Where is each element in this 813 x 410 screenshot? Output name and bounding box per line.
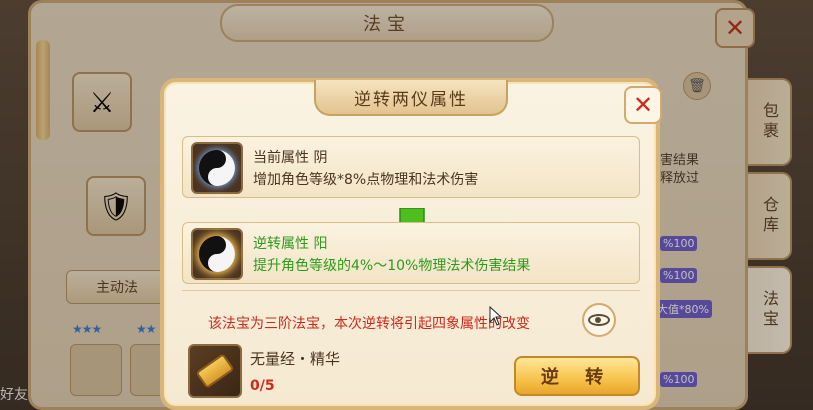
reverse-button[interactable]: 逆 转 — [514, 356, 640, 396]
dialog-close-button[interactable]: ✕ — [624, 86, 662, 124]
close-icon: ✕ — [632, 91, 654, 119]
reversed-attribute-label: 逆转属性 阳 — [253, 236, 328, 252]
yin-yang-icon — [191, 228, 243, 280]
cursor-icon — [489, 306, 503, 326]
current-attribute-label: 当前属性 阴 — [253, 150, 328, 166]
reverse-notice: 该法宝为三阶法宝，本次逆转将引起四象属性的改变 — [208, 316, 530, 332]
reversed-attribute-card: 逆转属性 阳 提升角色等级的4%～10%物理法术伤害结果 — [182, 222, 640, 284]
reverse-yinyang-dialog: 逆转两仪属性 ✕ 当前属性 阴 增加角色等级*8%点物理和法术伤害 逆转属性 阳… — [160, 78, 662, 410]
divider — [182, 290, 640, 291]
scroll-icon[interactable] — [188, 344, 242, 398]
current-attribute-effect: 增加角色等级*8%点物理和法术伤害 — [253, 172, 479, 188]
preview-button[interactable] — [582, 303, 616, 337]
dialog-title: 逆转两仪属性 — [314, 80, 508, 116]
eye-icon — [588, 314, 610, 326]
yin-yang-icon — [191, 142, 243, 194]
material-count: 0/5 — [250, 378, 275, 394]
reversed-attribute-effect: 提升角色等级的4%～10%物理法术伤害结果 — [253, 258, 531, 274]
material-name: 无量经・精华 — [250, 350, 341, 368]
current-attribute-card: 当前属性 阴 增加角色等级*8%点物理和法术伤害 — [182, 136, 640, 198]
